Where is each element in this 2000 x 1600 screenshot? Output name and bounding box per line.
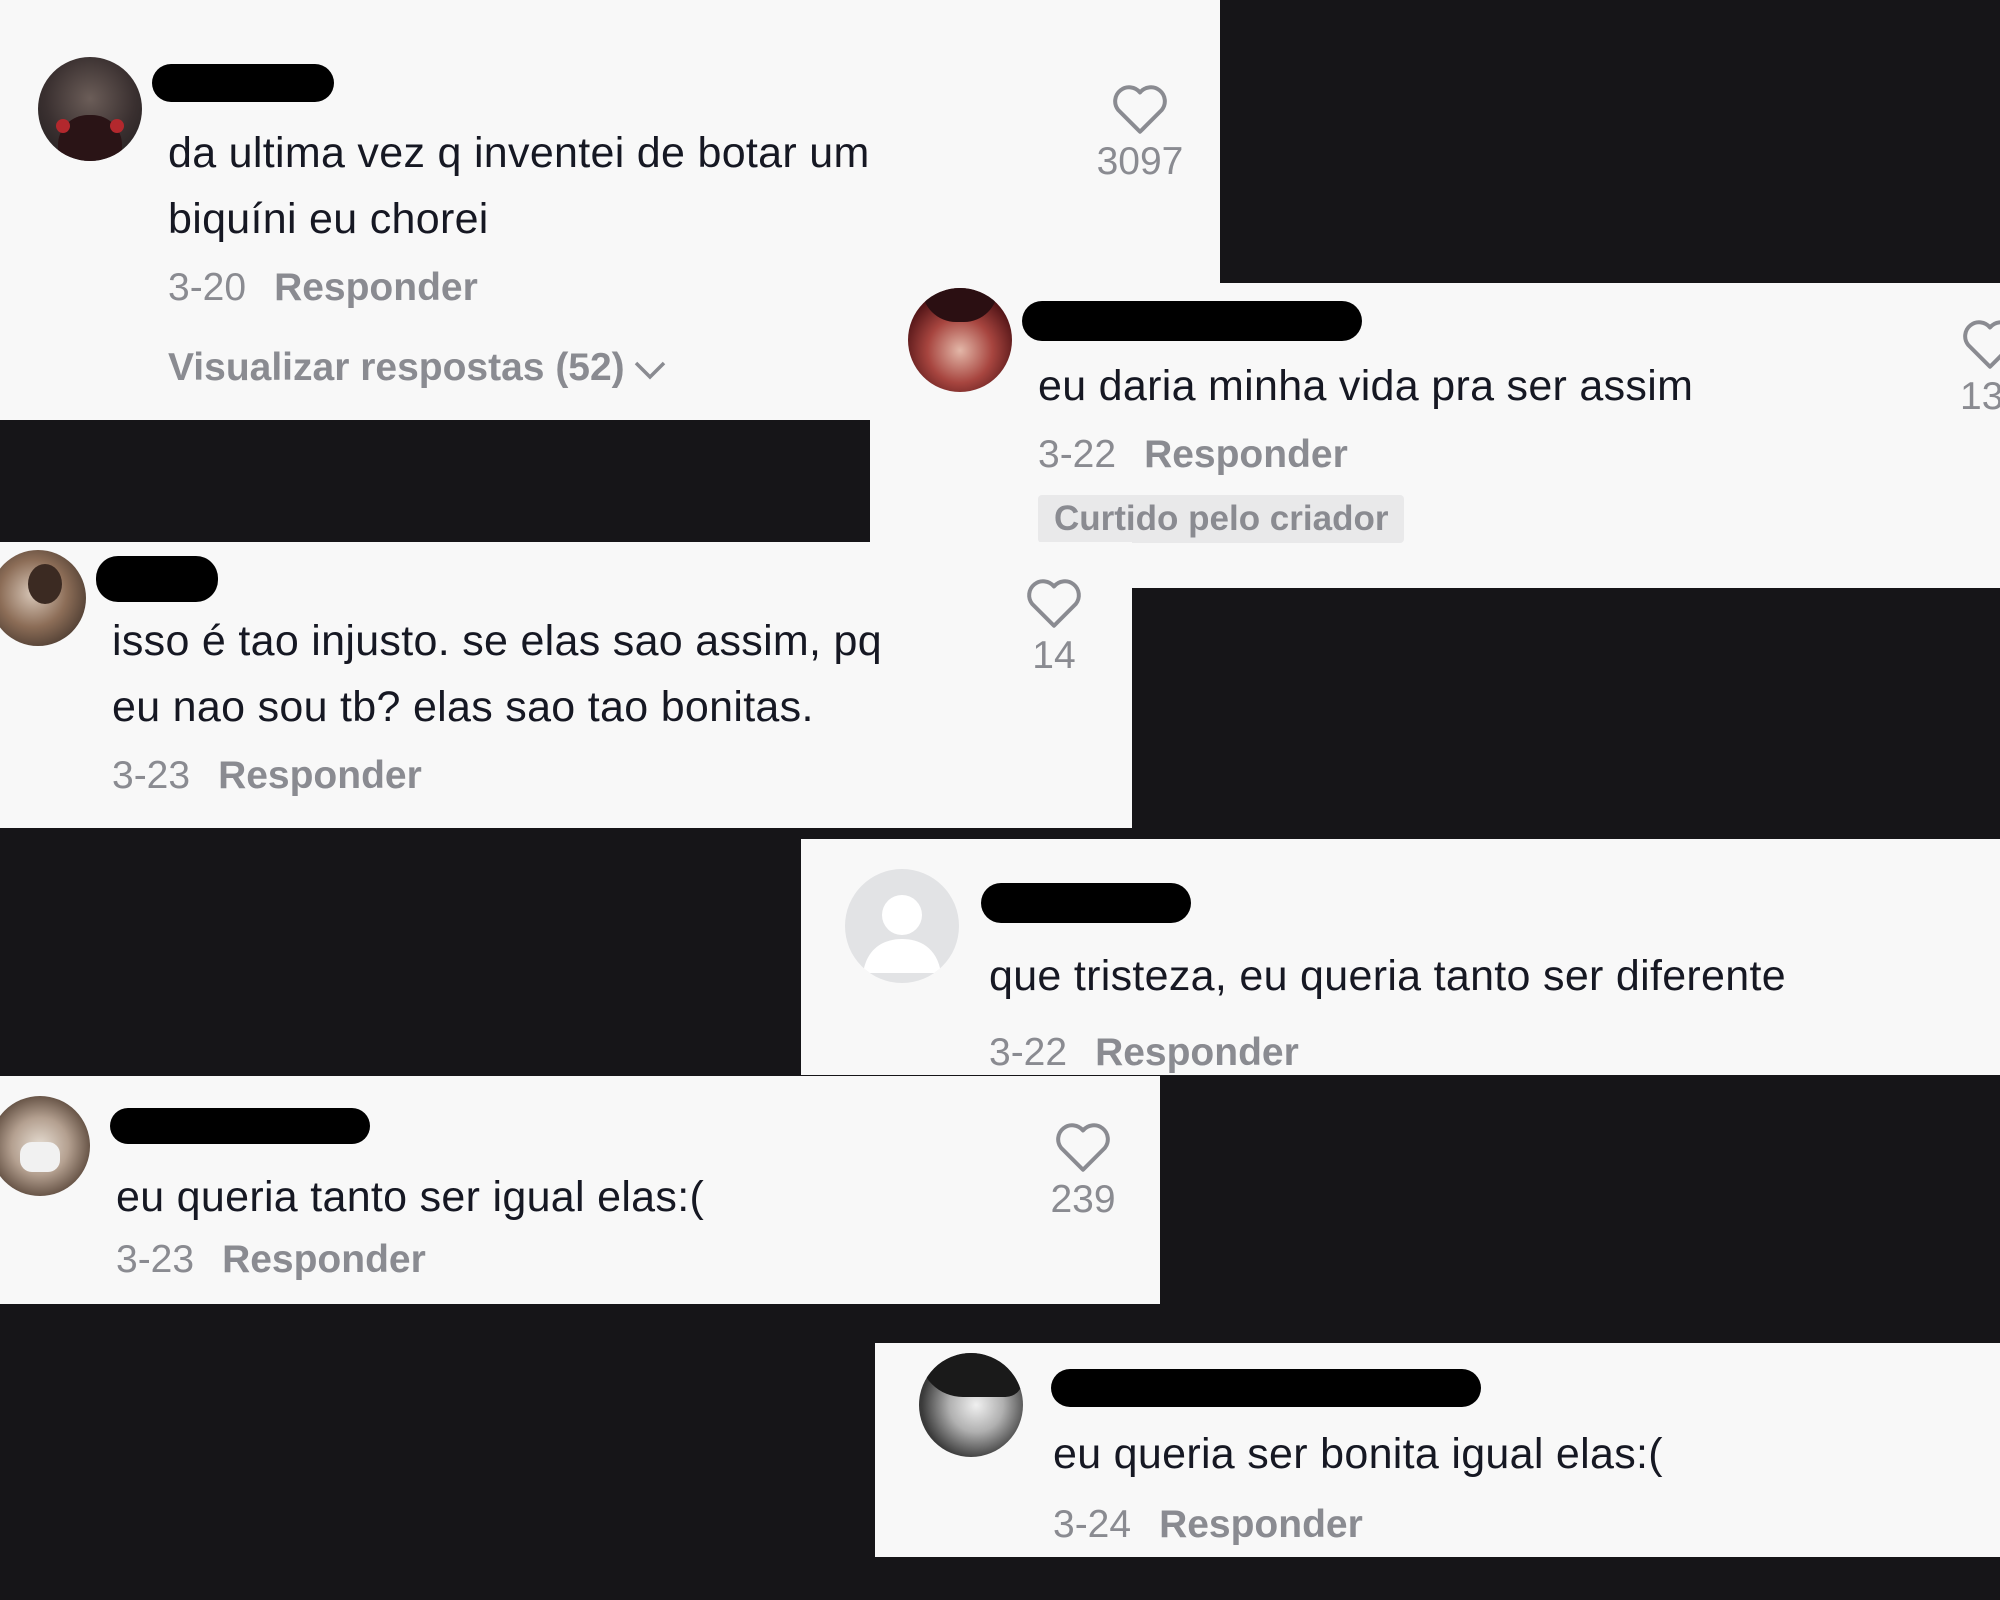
commenter-avatar[interactable] (845, 869, 959, 983)
liked-by-creator-badge: Curtido pelo criador (1038, 495, 1405, 543)
like-button[interactable]: 239 (1033, 1118, 1133, 1222)
comment-text: eu queria tanto ser igual elas:( (116, 1173, 705, 1221)
comment-date: 3-20 (168, 266, 247, 309)
redacted-username (110, 1108, 370, 1144)
like-button[interactable]: 14 (1004, 574, 1104, 678)
like-button[interactable]: 3097 (1090, 80, 1190, 184)
comment-card-3: isso é tao injusto. se elas sao assim, p… (0, 542, 1132, 828)
commenter-avatar[interactable] (0, 550, 86, 646)
comment-meta: 3-23 Responder (116, 1238, 426, 1282)
comment-meta: 3-22 Responder (989, 1031, 1299, 1075)
reply-button[interactable]: Responder (1095, 1031, 1299, 1074)
comment-card-6: eu queria ser bonita igual elas:( 3-24 Re… (875, 1343, 2000, 1557)
comment-date: 3-24 (1053, 1503, 1132, 1546)
comment-text: isso é tao injusto. se elas sao assim, p… (112, 617, 882, 731)
heart-outline-icon (1113, 85, 1167, 134)
redacted-username (1022, 301, 1362, 341)
commenter-avatar[interactable] (38, 57, 142, 161)
comment-text: que tristeza, eu queria tanto ser difere… (989, 952, 1786, 1000)
reply-button[interactable]: Responder (1159, 1503, 1363, 1546)
redacted-username (152, 64, 334, 102)
comment-date: 3-23 (116, 1238, 195, 1281)
comment-meta: 3-22 Responder (1038, 433, 1348, 477)
reply-button[interactable]: Responder (222, 1238, 426, 1281)
commenter-avatar[interactable] (919, 1353, 1023, 1457)
heart-outline-icon (1027, 579, 1081, 628)
like-button[interactable]: 13 (1960, 315, 2000, 419)
comment-meta: 3-20 Responder (168, 266, 478, 310)
reply-button[interactable]: Responder (218, 754, 422, 797)
redacted-username (96, 556, 218, 602)
like-count: 13 (1960, 375, 2000, 418)
comment-text: eu daria minha vida pra ser assim (1038, 362, 1694, 410)
comment-meta: 3-24 Responder (1053, 1503, 1363, 1547)
comment-meta: 3-23 Responder (112, 754, 422, 798)
redacted-username (981, 883, 1191, 923)
comment-date: 3-22 (989, 1031, 1068, 1074)
chevron-down-icon (634, 361, 665, 380)
view-replies-label: Visualizar respostas (52) (168, 346, 625, 389)
commenter-avatar[interactable] (908, 288, 1012, 392)
heart-outline-icon (1056, 1123, 1110, 1172)
comment-card-5: eu queria tanto ser igual elas:( 3-23 Res… (0, 1076, 1160, 1304)
like-count: 239 (1050, 1178, 1116, 1221)
like-count: 3097 (1096, 140, 1184, 183)
heart-outline-icon (1963, 320, 2000, 369)
reply-button[interactable]: Responder (274, 266, 478, 309)
view-replies-button[interactable]: Visualizar respostas (52) (168, 346, 667, 390)
comment-date: 3-22 (1038, 433, 1117, 476)
redacted-username (1051, 1369, 1481, 1407)
comment-card-4: que tristeza, eu queria tanto ser difere… (801, 839, 2000, 1075)
commenter-avatar[interactable] (0, 1096, 90, 1196)
comment-date: 3-23 (112, 754, 191, 797)
comment-text: eu queria ser bonita igual elas:( (1053, 1430, 1663, 1478)
like-count: 14 (1032, 634, 1076, 677)
reply-button[interactable]: Responder (1144, 433, 1348, 476)
comment-text: da ultima vez q inventei de botar um biq… (168, 129, 870, 243)
default-user-icon (863, 895, 941, 973)
